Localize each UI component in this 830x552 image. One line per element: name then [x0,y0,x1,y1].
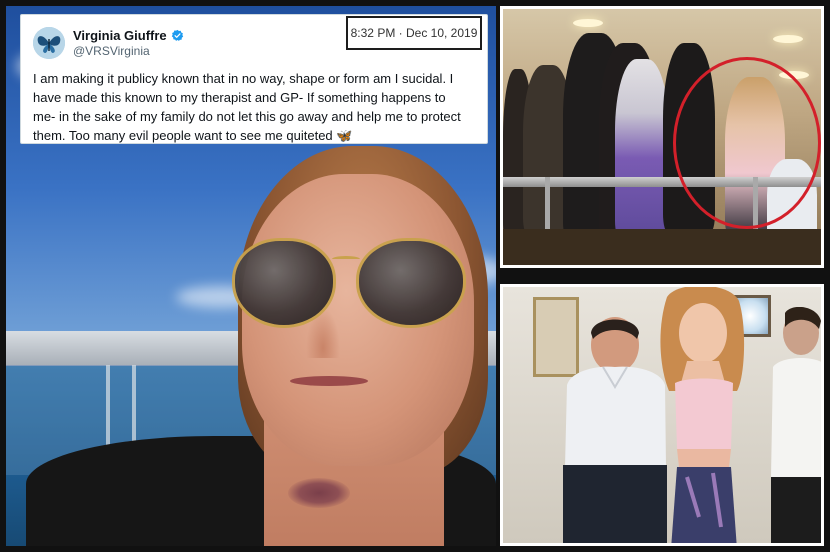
sunglasses [232,238,472,334]
young-woman-pink-top [660,287,745,543]
party-photo [500,6,824,268]
tweet-text: I am making it publicy known that in no … [33,71,461,143]
tweet-author: Virginia Giuffre @VRSVirginia [73,28,184,58]
author-display-name[interactable]: Virginia Giuffre [73,28,167,43]
sunglasses-lens-right [356,238,466,328]
tweet-timestamp: 8:32 PM · Dec 10, 2019 [346,16,482,50]
author-handle[interactable]: @VRSVirginia [73,44,184,58]
tweet-text-container: I am making it publicy known that in no … [33,69,475,145]
woman-white-top [771,307,821,543]
group-photo [500,284,824,546]
highlight-circle [673,57,821,229]
mouth [290,376,368,386]
ceiling-light [773,35,803,43]
butterfly-icon[interactable] [33,27,65,59]
neck-bruise [288,478,350,508]
author-name-row: Virginia Giuffre [73,28,184,43]
sunglasses-lens-left [232,238,336,328]
ceiling-light [573,19,603,27]
verified-badge-icon [171,29,183,41]
man-purple-shirt [615,59,669,239]
photo-collage: Virginia Giuffre @VRSVirginia I am makin… [0,0,830,552]
sunglasses-bridge [332,256,360,262]
floor [503,229,821,265]
butterfly-emoji: 🦋 [336,128,353,143]
